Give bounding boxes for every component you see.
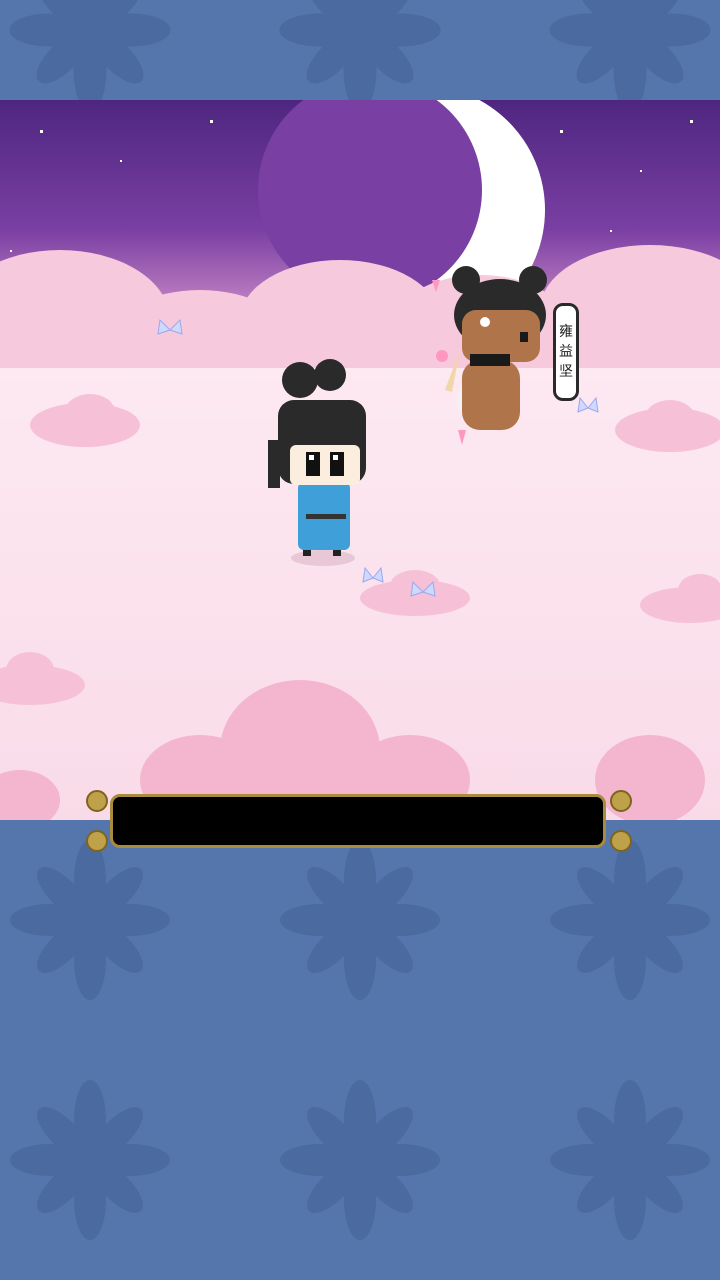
npc-name-tag: 雍 益 坚 <box>553 303 579 401</box>
dialog-box[interactable] <box>84 788 634 854</box>
top-frame-band <box>0 0 720 100</box>
npc-name-char: 坚 <box>559 364 573 380</box>
dialog-text <box>110 794 606 848</box>
bottom-frame-band <box>0 820 720 1280</box>
game-scene[interactable] <box>0 100 720 820</box>
dialog-ornament-icon <box>86 790 108 812</box>
npc-name-char: 雍 <box>559 324 573 340</box>
npc-name-char: 益 <box>559 344 573 360</box>
dialog-ornament-icon <box>610 790 632 812</box>
dialog-ornament-icon <box>86 830 108 852</box>
dialog-ornament-icon <box>610 830 632 852</box>
